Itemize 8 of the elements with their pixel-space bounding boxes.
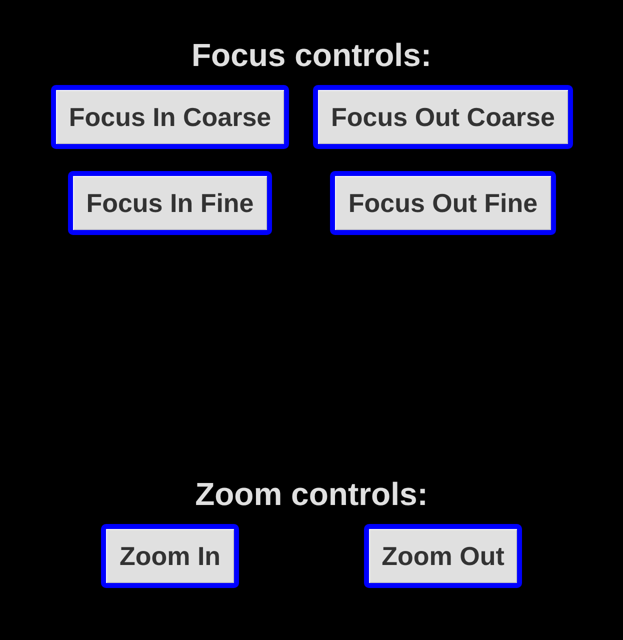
section-heading: Focus controls: bbox=[190, 37, 432, 74]
control-button[interactable]: Focus Out Fine bbox=[330, 171, 556, 235]
control-button[interactable]: Focus In Fine bbox=[68, 171, 272, 235]
section-heading: Zoom controls: bbox=[194, 476, 429, 513]
control-button[interactable]: Zoom Out bbox=[364, 524, 522, 588]
control-button[interactable]: Focus Out Coarse bbox=[313, 85, 573, 149]
control-button[interactable]: Focus In Coarse bbox=[50, 85, 290, 149]
control-button[interactable]: Zoom In bbox=[101, 524, 239, 588]
